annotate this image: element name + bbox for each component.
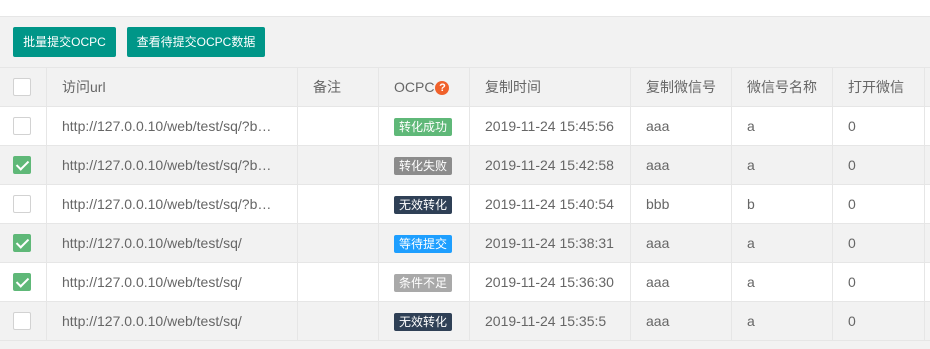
note-cell (298, 146, 379, 184)
row-select-cell (0, 263, 47, 301)
status-badge: 条件不足 (394, 274, 453, 293)
wechat-id-cell: aaa (631, 107, 732, 145)
row-checkbox[interactable] (13, 195, 31, 213)
batch-submit-ocpc-button[interactable]: 批量提交OCPC (13, 27, 116, 57)
ocpc-cell: 转化失败 (379, 146, 470, 184)
ocpc-cell: 无效转化 (379, 302, 470, 340)
header-url: 访问url (47, 68, 298, 106)
note-cell (298, 185, 379, 223)
note-cell (298, 263, 379, 301)
row-checkbox[interactable] (13, 156, 31, 174)
url-cell[interactable]: http://127.0.0.10/web/test/sq/?bd_vid=..… (47, 185, 298, 223)
open-wechat-cell: 0 (833, 146, 925, 184)
wechat-name-cell: a (732, 107, 833, 145)
ocpc-cell: 条件不足 (379, 263, 470, 301)
row-select-cell (0, 107, 47, 145)
overflow-cell (925, 263, 930, 301)
note-cell (298, 107, 379, 145)
status-badge: 等待提交 (394, 235, 453, 254)
open-wechat-cell: 0 (833, 224, 925, 262)
time-cell: 2019-11-24 15:35:5 (470, 302, 631, 340)
header-note: 备注 (298, 68, 379, 106)
view-pending-ocpc-button[interactable]: 查看待提交OCPC数据 (127, 27, 265, 57)
row-checkbox[interactable] (13, 312, 31, 330)
url-cell[interactable]: http://127.0.0.10/web/test/sq/?bd_vid=..… (47, 146, 298, 184)
header-copy-time: 复制时间 (470, 68, 631, 106)
ocpc-cell: 等待提交 (379, 224, 470, 262)
status-badge: 无效转化 (394, 313, 453, 332)
table-row: http://127.0.0.10/web/test/sq/?bd_vid=..… (0, 107, 930, 146)
table-row: http://127.0.0.10/web/test/sq/条件不足 2019-1… (0, 263, 930, 302)
question-circle-icon[interactable]: ? (435, 81, 450, 96)
wechat-name-cell: b (732, 185, 833, 223)
wechat-id-cell: aaa (631, 302, 732, 340)
table-row: http://127.0.0.10/web/test/sq/等待提交 2019-1… (0, 224, 930, 263)
ocpc-cell: 转化成功 (379, 107, 470, 145)
table-row: http://127.0.0.10/web/test/sq/?bd_vid=..… (0, 185, 930, 224)
table-row: http://127.0.0.10/web/test/sq/?bd_vid=..… (0, 146, 930, 185)
row-select-cell (0, 224, 47, 262)
time-cell: 2019-11-24 15:38:31 (470, 224, 631, 262)
ocpc-cell: 无效转化 (379, 185, 470, 223)
status-badge: 转化成功 (394, 118, 453, 137)
header-wechat-id: 复制微信号 (631, 68, 732, 106)
time-cell: 2019-11-24 15:42:58 (470, 146, 631, 184)
top-bar (0, 0, 930, 17)
wechat-id-cell: aaa (631, 224, 732, 262)
open-wechat-cell: 0 (833, 263, 925, 301)
page: 批量提交OCPC 查看待提交OCPC数据 访问url 备注 OCPC? 复制时间… (0, 0, 930, 349)
wechat-id-cell: aaa (631, 146, 732, 184)
row-checkbox[interactable] (13, 117, 31, 135)
data-table: 访问url 备注 OCPC? 复制时间 复制微信号 微信号名称 打开微信 htt… (0, 67, 930, 341)
header-ocpc-label: OCPC (394, 79, 435, 95)
url-cell[interactable]: http://127.0.0.10/web/test/sq/ (47, 224, 298, 262)
overflow-cell (925, 224, 930, 262)
row-select-cell (0, 146, 47, 184)
note-cell (298, 224, 379, 262)
toolbar: 批量提交OCPC 查看待提交OCPC数据 (13, 27, 265, 57)
select-all-cell (0, 68, 47, 106)
overflow-cell (925, 185, 930, 223)
table-row: http://127.0.0.10/web/test/sq/无效转化 2019-1… (0, 302, 930, 341)
overflow-cell (925, 107, 930, 145)
header-wechat-name: 微信号名称 (732, 68, 833, 106)
wechat-name-cell: a (732, 263, 833, 301)
wechat-id-cell: aaa (631, 263, 732, 301)
time-cell: 2019-11-24 15:45:56 (470, 107, 631, 145)
wechat-id-cell: bbb (631, 185, 732, 223)
url-cell[interactable]: http://127.0.0.10/web/test/sq/ (47, 263, 298, 301)
row-checkbox[interactable] (13, 273, 31, 291)
status-badge: 转化失败 (394, 157, 453, 176)
time-cell: 2019-11-24 15:40:54 (470, 185, 631, 223)
status-badge: 无效转化 (394, 196, 453, 215)
open-wechat-cell: 0 (833, 107, 925, 145)
header-ocpc: OCPC? (379, 68, 470, 106)
header-overflow (925, 68, 930, 106)
table-header-row: 访问url 备注 OCPC? 复制时间 复制微信号 微信号名称 打开微信 (0, 68, 930, 107)
open-wechat-cell: 0 (833, 185, 925, 223)
header-open-wechat: 打开微信 (833, 68, 925, 106)
time-cell: 2019-11-24 15:36:30 (470, 263, 631, 301)
select-all-checkbox[interactable] (13, 78, 31, 96)
row-select-cell (0, 302, 47, 340)
url-cell[interactable]: http://127.0.0.10/web/test/sq/ (47, 302, 298, 340)
open-wechat-cell: 0 (833, 302, 925, 340)
wechat-name-cell: a (732, 302, 833, 340)
note-cell (298, 302, 379, 340)
wechat-name-cell: a (732, 224, 833, 262)
row-checkbox[interactable] (13, 234, 31, 252)
overflow-cell (925, 302, 930, 340)
wechat-name-cell: a (732, 146, 833, 184)
url-cell[interactable]: http://127.0.0.10/web/test/sq/?bd_vid=..… (47, 107, 298, 145)
row-select-cell (0, 185, 47, 223)
overflow-cell (925, 146, 930, 184)
